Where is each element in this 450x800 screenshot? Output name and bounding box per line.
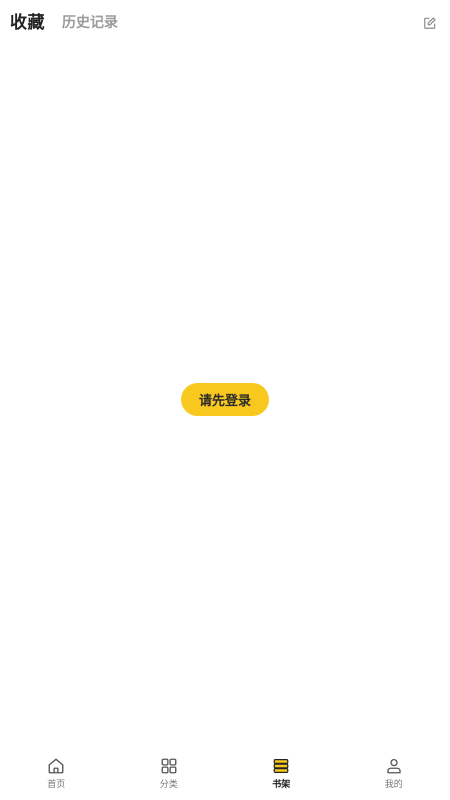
nav-label-profile: 我的 xyxy=(384,780,403,790)
grid-icon xyxy=(159,756,179,776)
top-header: 收藏 历史记录 xyxy=(0,0,450,48)
edit-button[interactable] xyxy=(420,13,440,33)
nav-item-home[interactable]: 首页 xyxy=(0,748,113,800)
home-icon xyxy=(46,756,66,776)
tab-history[interactable]: 历史记录 xyxy=(62,13,118,33)
nav-label-home: 首页 xyxy=(47,780,66,790)
tab-favorites[interactable]: 收藏 xyxy=(10,11,45,35)
nav-item-profile[interactable]: 我的 xyxy=(338,748,450,800)
edit-icon xyxy=(424,17,436,29)
nav-label-category: 分类 xyxy=(159,780,178,790)
nav-label-bookshelf: 书架 xyxy=(272,780,291,790)
nav-item-category[interactable]: 分类 xyxy=(113,748,226,800)
login-button[interactable]: 请先登录 xyxy=(181,383,269,416)
bookshelf-icon xyxy=(271,756,291,776)
nav-item-bookshelf[interactable]: 书架 xyxy=(225,748,338,800)
bottom-navigation: 首页 分类 书架 我的 xyxy=(0,748,450,800)
user-icon xyxy=(384,756,404,776)
